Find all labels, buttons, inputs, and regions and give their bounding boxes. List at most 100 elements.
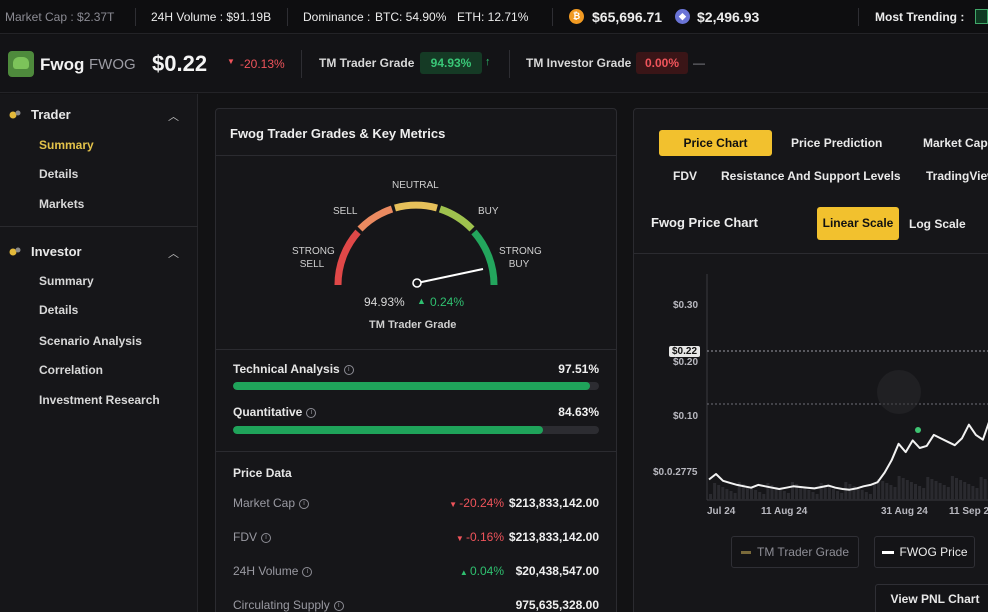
price-data-value: $20,438,547.00	[515, 564, 599, 578]
volume-bar	[950, 476, 954, 500]
volume-bar	[836, 491, 840, 500]
sidebar-item-investment-research[interactable]: Investment Research	[39, 393, 160, 407]
token-name: Fwog	[40, 55, 85, 74]
info-icon[interactable]: i	[299, 498, 310, 509]
price-data-value: 975,635,328.00	[515, 598, 599, 612]
volume-bar	[909, 482, 913, 500]
trader-grade-badge: 94.93%	[420, 52, 482, 74]
legend-swatch	[740, 551, 751, 555]
investor-icon	[9, 247, 21, 256]
gauge-label-sell: SELL	[333, 206, 358, 217]
price-data-label-text: Market Cap	[233, 496, 296, 510]
sidebar-item-trader-markets[interactable]: Markets	[39, 197, 84, 211]
trending-token-icon[interactable]	[975, 9, 988, 24]
legend-fwog-price[interactable]: FWOG Price	[874, 536, 975, 568]
volume-bar	[873, 483, 876, 500]
sidebar-item-correlation[interactable]: Correlation	[39, 363, 103, 377]
down-arrow-icon: ▼	[227, 57, 235, 66]
volume-bar	[971, 486, 975, 500]
eth-price: $2,496.93	[697, 9, 760, 25]
x-tick-label: Jul 24	[707, 506, 736, 517]
price-data-label-text: FDV	[233, 530, 257, 544]
x-tick-label: 31 Aug 24	[881, 506, 928, 517]
volume-bar	[922, 488, 926, 500]
volume-bar	[963, 482, 967, 500]
sidebar-item-scenario-analysis[interactable]: Scenario Analysis	[39, 334, 142, 348]
volume-bar	[782, 491, 786, 500]
volume-bar	[840, 493, 844, 500]
volume-bar	[827, 487, 831, 500]
price-data-value: $213,833,142.00	[508, 496, 599, 510]
volume-bar	[938, 483, 942, 500]
token-header: Fwog FWOG $0.22 ▼ -20.13% TM Trader Grad…	[0, 35, 988, 93]
metric-technical-bar-fill	[233, 382, 590, 390]
tab-market-cap[interactable]: Market Cap	[923, 136, 988, 150]
volume-stat: 24H Volume : $91.19B	[151, 10, 272, 24]
sidebar-section-investor[interactable]: Investor ︿	[0, 236, 198, 266]
volume-bar	[901, 478, 905, 500]
gauge-label-strong-sell-2: SELL	[299, 259, 325, 270]
price-chart-card: Price Chart Price Prediction Market Cap …	[633, 108, 988, 612]
info-icon[interactable]: i	[343, 364, 354, 375]
up-triangle-icon: ▲	[459, 568, 470, 577]
legend-label: FWOG Price	[899, 545, 968, 559]
tab-fdv[interactable]: FDV	[673, 169, 697, 183]
volume-bar	[955, 478, 958, 500]
volume-bar	[946, 487, 950, 500]
x-tick-label: 11 Sep 2	[949, 506, 988, 517]
sidebar-section-trader[interactable]: Trader ︿	[0, 99, 198, 129]
volume-bar	[864, 492, 868, 500]
trader-grades-card: Fwog Trader Grades & Key Metrics NEUTRAL…	[215, 108, 617, 612]
volume-bar	[729, 491, 733, 500]
metric-technical-label: Technical Analysis i	[233, 362, 354, 376]
tab-price-chart[interactable]: Price Chart	[659, 130, 772, 156]
info-icon[interactable]: i	[333, 600, 344, 611]
market-ticker-bar: Market Cap : $2.37T 24H Volume : $91.19B…	[0, 0, 988, 34]
volume-bar	[807, 490, 811, 500]
info-icon[interactable]: i	[302, 566, 313, 577]
tab-resistance-support[interactable]: Resistance And Support Levels	[721, 169, 901, 183]
divider	[552, 8, 553, 26]
sidebar-item-investor-details[interactable]: Details	[39, 303, 78, 317]
volume-bar	[832, 489, 835, 500]
token-symbol: FWOG	[89, 56, 136, 73]
legend-swatch	[881, 551, 894, 555]
investor-grade-badge: 0.00%	[636, 52, 688, 74]
gauge-label-buy: BUY	[478, 206, 499, 217]
info-icon[interactable]: i	[261, 532, 271, 543]
price-chart[interactable]	[634, 254, 988, 534]
sidebar-item-trader-details[interactable]: Details	[39, 167, 78, 181]
volume-bar	[713, 483, 717, 500]
down-triangle-icon: ▼	[449, 500, 460, 509]
sidebar-item-investor-summary[interactable]: Summary	[39, 274, 94, 288]
legend-tm-trader-grade[interactable]: TM Trader Grade	[731, 536, 859, 568]
volume-bar	[881, 481, 885, 500]
info-icon[interactable]: i	[306, 407, 317, 418]
metric-technical-bar	[233, 382, 599, 390]
volume-bar	[758, 492, 762, 500]
volume-bar	[926, 477, 930, 500]
ethereum-icon: ◆	[675, 9, 690, 24]
volume-bar	[975, 488, 979, 500]
chevron-up-icon[interactable]: ︿	[168, 245, 179, 261]
tab-tradingview[interactable]: TradingView	[926, 169, 988, 183]
price-change: -20.13%	[240, 57, 285, 71]
linear-scale-button[interactable]: Linear Scale	[817, 207, 899, 240]
volume-bar	[905, 480, 909, 500]
sidebar-item-trader-summary[interactable]: Summary	[39, 138, 94, 152]
dominance-label: Dominance :	[303, 10, 371, 24]
volume-bar	[979, 477, 983, 500]
volume-bar	[848, 484, 852, 500]
log-scale-button[interactable]: Log Scale	[909, 217, 966, 231]
tab-price-prediction[interactable]: Price Prediction	[791, 136, 882, 150]
price-data-value: $213,833,142.00	[508, 530, 599, 544]
metric-technical-value: 97.51%	[558, 362, 599, 376]
volume-bar	[750, 488, 753, 500]
view-pnl-chart-button[interactable]: View PNL Chart	[875, 584, 988, 612]
divider	[301, 50, 302, 78]
chevron-up-icon[interactable]: ︿	[168, 108, 179, 124]
trader-grade-gauge	[334, 201, 498, 288]
volume-bar	[709, 494, 712, 500]
metric-label-text: Technical Analysis	[233, 362, 340, 376]
bitcoin-icon: ₿	[569, 9, 584, 24]
